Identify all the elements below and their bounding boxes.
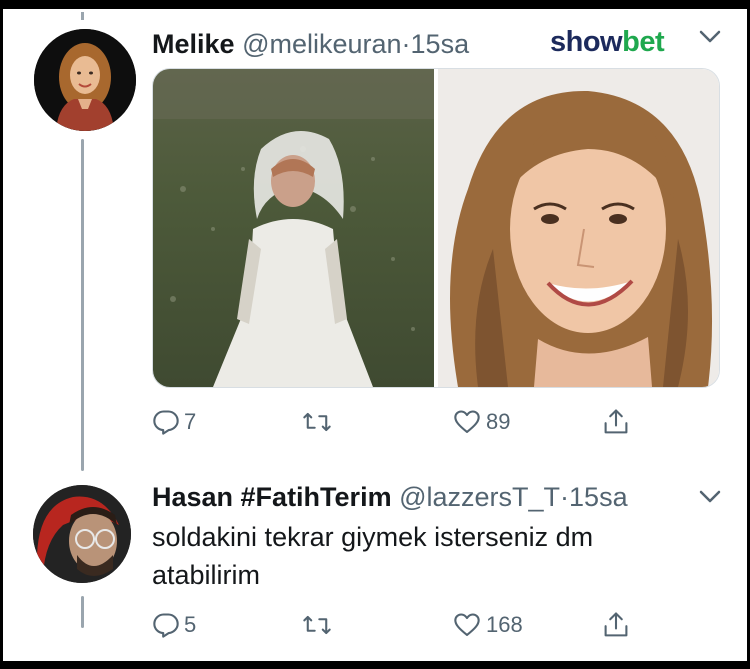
chevron-down-icon[interactable] [697,488,723,506]
share-icon [604,409,628,434]
reply-button[interactable]: 7 [152,404,196,440]
user-name[interactable]: Hasan #FatihTerim [152,482,392,512]
like-icon [454,410,480,433]
separator-dot: · [401,29,411,59]
tweet-header: Melike @melikeuran·15sa [152,28,469,60]
retweet-button[interactable] [302,404,332,440]
user-handle[interactable]: @lazzersT_T [399,482,560,512]
reply-icon [153,410,179,435]
reply-button[interactable]: 5 [152,607,196,643]
tweet-text: soldakini tekrar giymek isterseniz dm at… [152,522,594,590]
share-button[interactable] [602,404,630,440]
share-button[interactable] [602,607,630,643]
like-icon [454,613,480,636]
chevron-down-icon[interactable] [697,28,723,46]
share-icon [604,612,628,637]
tweet-actions: 5 168 [152,607,652,643]
user-name[interactable]: Melike [152,29,235,59]
left-border [0,0,3,669]
tweet-actions: 7 89 [152,404,652,440]
retweet-icon [303,615,331,635]
top-border [0,0,750,9]
thread-line-top [81,12,84,20]
like-button[interactable]: 89 [452,404,510,440]
tweet-header: Hasan #FatihTerim @lazzersT_T·15sa [152,481,628,513]
reply-count: 7 [184,409,197,434]
timestamp[interactable]: 15sa [569,482,628,512]
separator-dot: · [560,482,570,512]
thread-line [81,139,84,471]
thread-line-bottom [81,596,84,628]
avatar[interactable] [34,29,136,131]
like-button[interactable]: 168 [452,607,523,643]
like-count: 168 [486,612,523,637]
photo-child-in-white-dress[interactable] [153,69,434,387]
user-handle[interactable]: @melikeuran [242,29,401,59]
avatar[interactable] [33,485,131,583]
photo-smiling-woman[interactable] [438,69,719,387]
reply-count: 5 [184,612,197,637]
watermark-logo: showbet [550,26,665,58]
bottom-border [0,661,750,669]
retweet-icon [303,412,331,432]
timestamp[interactable]: 15sa [411,29,470,59]
reply-icon [153,613,179,638]
tweet-media[interactable] [152,68,720,388]
like-count: 89 [486,409,511,434]
retweet-button[interactable] [302,607,332,643]
